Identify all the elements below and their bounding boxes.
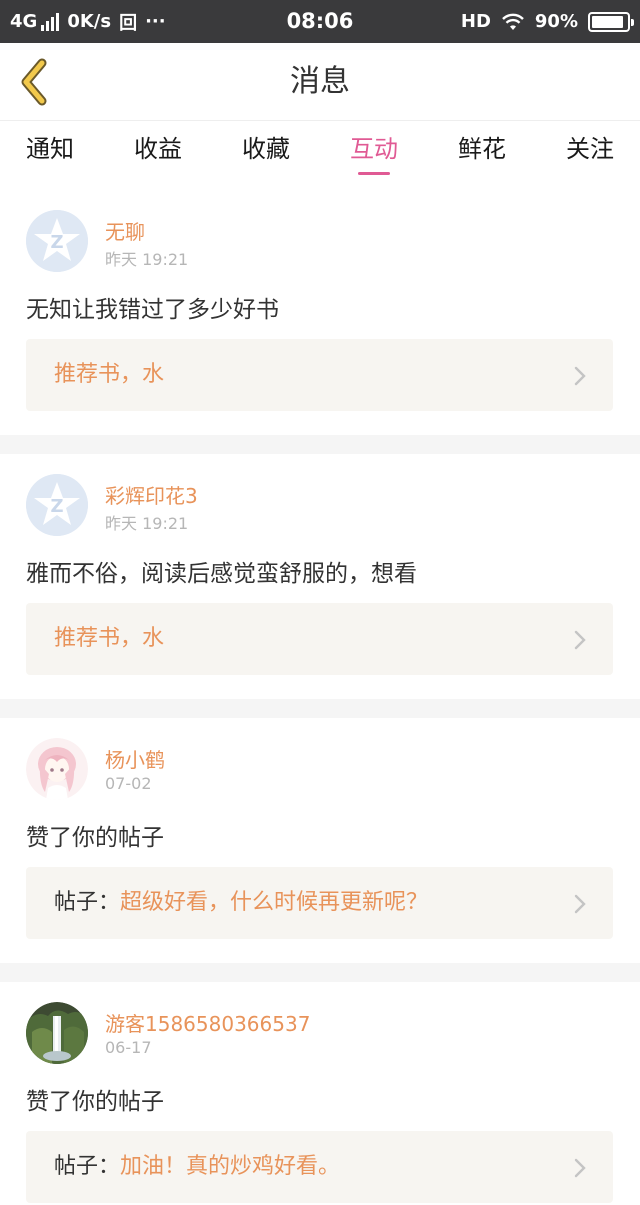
- ref-prefix: 帖子：: [54, 890, 121, 915]
- message-content: 赞了你的帖子: [26, 825, 164, 851]
- default-q-icon: Z: [26, 210, 88, 272]
- ref-title: 加油！真的炒鸡好看。: [120, 1154, 341, 1179]
- chevron-right-icon: [574, 894, 586, 914]
- avatar[interactable]: Z: [26, 210, 88, 272]
- avatar[interactable]: Z: [26, 474, 88, 536]
- header: 消息: [0, 43, 640, 121]
- battery-percent: 90%: [534, 11, 578, 32]
- timestamp: 昨天 19:21: [105, 250, 189, 269]
- chevron-right-icon: [574, 366, 586, 386]
- svg-text:Z: Z: [50, 232, 63, 253]
- avatar[interactable]: [26, 1002, 88, 1064]
- reference-link[interactable]: 帖子：加油！真的炒鸡好看。: [26, 1131, 613, 1203]
- tab-flowers[interactable]: 鲜花: [458, 121, 506, 177]
- divider: [0, 963, 640, 982]
- waterfall-avatar: [26, 1002, 88, 1064]
- list-item: 游客1586580366537 06-17 赞了你的帖子 帖子：加油！真的炒鸡好…: [0, 982, 640, 1205]
- ref-title: 超级好看，什么时候再更新呢？: [120, 890, 429, 915]
- message-list: Z 无聊 昨天 19:21 无知让我错过了多少好书 推荐书，水 Z 彩辉印花3 …: [0, 190, 640, 1205]
- tab-following[interactable]: 关注: [566, 121, 614, 177]
- username[interactable]: 游客1586580366537: [105, 1008, 310, 1037]
- battery-icon: [588, 11, 634, 32]
- battery-fill: [592, 15, 623, 28]
- list-item: Z 无聊 昨天 19:21 无知让我错过了多少好书 推荐书，水: [0, 190, 640, 435]
- tab-bar: 通知 收益 收藏 互动 鲜花 关注: [0, 121, 640, 181]
- username[interactable]: 无聊: [105, 216, 145, 245]
- tab-earnings[interactable]: 收益: [134, 121, 182, 177]
- divider: [0, 699, 640, 718]
- message-content: 赞了你的帖子: [26, 1089, 164, 1115]
- list-item: 杨小鹤 07-02 赞了你的帖子 帖子：超级好看，什么时候再更新呢？: [0, 718, 640, 963]
- svg-text:Z: Z: [50, 496, 63, 517]
- chevron-right-icon: [574, 1158, 586, 1178]
- username[interactable]: 杨小鹤: [105, 744, 165, 773]
- chevron-right-icon: [574, 630, 586, 650]
- username[interactable]: 彩辉印花3: [105, 480, 198, 509]
- list-item: Z 彩辉印花3 昨天 19:21 雅而不俗，阅读后感觉蛮舒服的，想看 推荐书，水: [0, 454, 640, 699]
- message-content: 无知让我错过了多少好书: [26, 297, 279, 323]
- tab-notifications[interactable]: 通知: [26, 121, 74, 177]
- avatar[interactable]: [26, 738, 88, 800]
- status-bar: 4G 0K/s 回 ··· 08:06 HD 90%: [0, 0, 640, 43]
- hd-label: HD: [460, 11, 491, 32]
- page-title: 消息: [290, 64, 350, 99]
- ref-title: 推荐书，水: [54, 626, 165, 651]
- reference-link[interactable]: 推荐书，水: [26, 603, 613, 675]
- ref-prefix: 帖子：: [54, 1154, 121, 1179]
- timestamp: 06-17: [105, 1038, 152, 1057]
- message-content: 雅而不俗，阅读后感觉蛮舒服的，想看: [26, 561, 417, 587]
- anime-girl-avatar: [26, 738, 88, 800]
- default-q-icon: Z: [26, 474, 88, 536]
- timestamp: 昨天 19:21: [105, 514, 189, 533]
- tab-interactions[interactable]: 互动: [350, 121, 398, 177]
- wifi-icon: [502, 13, 524, 30]
- timestamp: 07-02: [105, 774, 152, 793]
- reference-link[interactable]: 帖子：超级好看，什么时候再更新呢？: [26, 867, 613, 939]
- divider: [0, 435, 640, 454]
- ref-title: 推荐书，水: [54, 362, 165, 387]
- reference-link[interactable]: 推荐书，水: [26, 339, 613, 411]
- tab-favorites[interactable]: 收藏: [242, 121, 290, 177]
